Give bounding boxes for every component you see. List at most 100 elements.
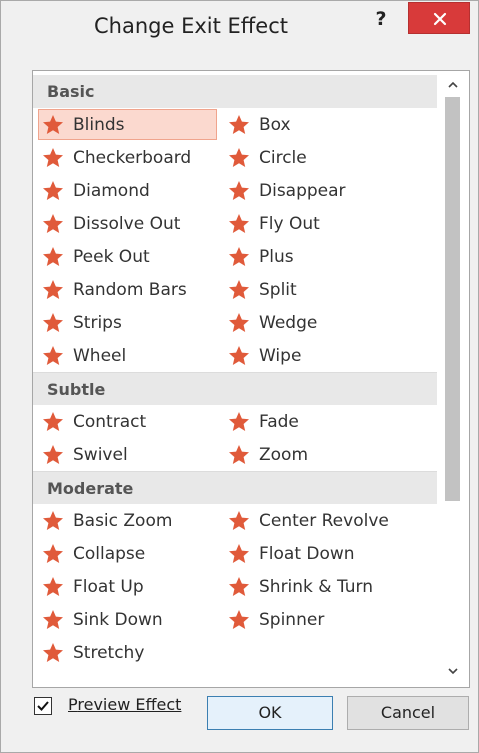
effect-item[interactable]: Float Up	[33, 570, 219, 603]
effect-item[interactable]: Peek Out	[33, 240, 219, 273]
effect-item-label: Strips	[73, 312, 122, 333]
effect-list[interactable]: Basic Blinds Box Checkerboard Circle Diamond D…	[32, 70, 470, 688]
chevron-down-icon	[448, 668, 458, 675]
close-button[interactable]	[408, 2, 470, 34]
effect-item[interactable]: Wheel	[33, 339, 219, 372]
effect-item-label: Box	[259, 114, 291, 135]
effect-item-label: Stretchy	[73, 642, 145, 663]
star-icon	[43, 213, 63, 233]
effect-item[interactable]: Fade	[219, 405, 437, 438]
effect-item[interactable]: Spinner	[219, 603, 437, 636]
chevron-up-icon	[448, 81, 458, 88]
star-icon	[229, 114, 249, 134]
effect-item[interactable]: Contract	[33, 405, 219, 438]
effect-item[interactable]: Wedge	[219, 306, 437, 339]
star-icon	[229, 411, 249, 431]
effect-item-label: Plus	[259, 246, 294, 267]
effect-item-label: Contract	[73, 411, 147, 432]
dialog-footer: Preview Effect OK Cancel	[1, 691, 478, 751]
preview-effect-label[interactable]: Preview Effect	[68, 695, 181, 714]
effect-item[interactable]: Random Bars	[33, 273, 219, 306]
effect-item-label: Float Down	[259, 543, 355, 564]
effect-item[interactable]: Strips	[33, 306, 219, 339]
effect-grid: Basic Zoom Center Revolve Collapse Float Do…	[33, 504, 437, 669]
ok-button[interactable]: OK	[207, 696, 333, 730]
cancel-button[interactable]: Cancel	[347, 696, 469, 730]
effect-item-label: Zoom	[259, 444, 309, 465]
effect-item[interactable]: Dissolve Out	[33, 207, 219, 240]
star-icon	[229, 510, 249, 530]
star-icon	[43, 510, 63, 530]
star-icon	[229, 609, 249, 629]
star-icon	[229, 345, 249, 365]
effect-item[interactable]: Wipe	[219, 339, 437, 372]
star-icon	[43, 279, 63, 299]
effect-item-label: Shrink & Turn	[259, 576, 374, 597]
effect-item-label: Swivel	[73, 444, 128, 465]
effect-item-label: Wedge	[259, 312, 318, 333]
effect-item[interactable]: Float Down	[219, 537, 437, 570]
effect-item-label: Fade	[259, 411, 299, 432]
effect-item-label: Disappear	[259, 180, 346, 201]
dialog-title: Change Exit Effect	[94, 14, 288, 38]
star-icon	[43, 576, 63, 596]
star-icon	[229, 543, 249, 563]
effect-item-label: Sink Down	[73, 609, 163, 630]
help-button[interactable]: ?	[364, 4, 398, 34]
star-icon	[43, 312, 63, 332]
effect-item-label: Blinds	[73, 114, 125, 135]
scroll-up-button[interactable]	[437, 77, 469, 95]
scroll-down-button[interactable]	[437, 663, 469, 681]
star-icon	[229, 444, 249, 464]
effect-item-label: Fly Out	[259, 213, 320, 234]
effect-item[interactable]: Sink Down	[33, 603, 219, 636]
effect-item[interactable]: Collapse	[33, 537, 219, 570]
star-icon	[43, 147, 63, 167]
checkmark-icon	[37, 701, 49, 711]
effect-item[interactable]: Swivel	[33, 438, 219, 471]
effect-item[interactable]: Circle	[219, 141, 437, 174]
star-icon	[43, 609, 63, 629]
effect-item-label: Collapse	[73, 543, 146, 564]
effect-item[interactable]: Plus	[219, 240, 437, 273]
effect-item-label: Dissolve Out	[73, 213, 181, 234]
preview-effect-label-text: review Effect	[77, 695, 182, 714]
effect-item[interactable]: Disappear	[219, 174, 437, 207]
star-icon	[43, 246, 63, 266]
effect-item[interactable]: Stretchy	[33, 636, 219, 669]
effect-item[interactable]: Checkerboard	[33, 141, 219, 174]
effect-item-label: Random Bars	[73, 279, 187, 300]
star-icon	[43, 345, 63, 365]
effect-grid: Blinds Box Checkerboard Circle Diamond Disapp…	[33, 108, 437, 372]
close-icon	[433, 12, 447, 26]
title-bar: Change Exit Effect ?	[1, 1, 478, 59]
star-icon	[229, 246, 249, 266]
preview-effect-checkbox[interactable]	[34, 697, 52, 715]
star-icon	[229, 180, 249, 200]
effect-item[interactable]: Basic Zoom	[33, 504, 219, 537]
star-icon	[229, 279, 249, 299]
star-icon	[229, 312, 249, 332]
effect-item[interactable]: Split	[219, 273, 437, 306]
scroll-thumb[interactable]	[445, 97, 460, 501]
effect-item-label: Spinner	[259, 609, 325, 630]
effect-item[interactable]: Center Revolve	[219, 504, 437, 537]
vertical-scrollbar[interactable]	[437, 71, 469, 687]
effect-item[interactable]: Blinds	[38, 109, 217, 140]
effect-grid: Contract Fade Swivel Zoom	[33, 405, 437, 471]
effect-item[interactable]: Zoom	[219, 438, 437, 471]
group-header: Moderate	[33, 471, 437, 504]
effect-item-label: Basic Zoom	[73, 510, 173, 531]
effect-list-content: Basic Blinds Box Checkerboard Circle Diamond D…	[33, 75, 437, 669]
star-icon	[229, 576, 249, 596]
effect-item-label: Split	[259, 279, 297, 300]
effect-item[interactable]: Fly Out	[219, 207, 437, 240]
star-icon	[43, 444, 63, 464]
effect-item-label: Peek Out	[73, 246, 150, 267]
star-icon	[43, 411, 63, 431]
star-icon	[229, 147, 249, 167]
effect-item[interactable]: Box	[219, 108, 437, 141]
star-icon	[43, 543, 63, 563]
effect-item[interactable]: Diamond	[33, 174, 219, 207]
effect-item[interactable]: Shrink & Turn	[219, 570, 437, 603]
